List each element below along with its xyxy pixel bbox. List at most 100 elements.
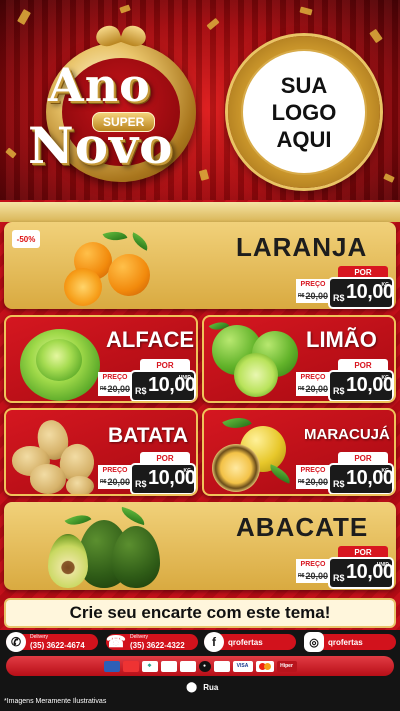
contact-value: qrofertas: [228, 638, 263, 647]
instagram-icon: ◎: [304, 632, 324, 652]
confetti: [5, 147, 17, 159]
lettuce-image: [14, 325, 106, 401]
unit: KG: [381, 375, 390, 381]
confetti: [299, 6, 313, 16]
product-card-maracuja[interactable]: MARACUJÁ POR PREÇO R$ 20,00 R$ 10,00 KG: [202, 408, 396, 496]
product-card-batata[interactable]: BATATA POR PREÇO R$ 20,00 R$ 10,00 KG: [4, 408, 198, 496]
mastercard-icon: [255, 660, 274, 672]
unit: KG: [381, 468, 390, 474]
preco-label: PREÇO: [296, 372, 330, 382]
preco-label: PREÇO: [296, 279, 330, 289]
orange-image: [60, 226, 160, 306]
phone-icon: ☎: [106, 634, 126, 651]
product-name: ABACATE: [236, 512, 369, 542]
card-icon: [122, 660, 139, 672]
old-price: R$ 20,00: [296, 569, 330, 583]
logo-placeholder-text: SUA LOGO AQUI: [271, 72, 337, 152]
product-card-abacate[interactable]: ABACATE POR PREÇO R$ 20,00 R$ 10,00 UNID: [4, 502, 396, 590]
preco-label: PREÇO: [98, 372, 132, 382]
cta-banner-text: Crie seu encarte com este tema!: [69, 603, 331, 622]
unit: UNID: [376, 562, 389, 568]
product-name: BATATA: [108, 424, 189, 447]
avocado-image: [42, 506, 172, 588]
card-icon: [213, 660, 230, 672]
preco-label: PREÇO: [296, 559, 330, 569]
product-card-alface[interactable]: ALFACE POR PREÇO R$ 20,00 R$ 10,00 UNID: [4, 315, 198, 403]
old-price: R$ 20,00: [296, 475, 330, 489]
location-pin-icon: ⬤: [186, 681, 198, 693]
gold-divider: [0, 202, 400, 222]
price-tag: POR PREÇO R$ 20,00 R$ 10,00 KG: [296, 359, 394, 401]
confetti: [206, 17, 220, 31]
emblem-title-ano: Ano: [48, 58, 151, 112]
new-price-box: R$ 10,00 KG: [132, 465, 196, 493]
unit: KG: [183, 468, 192, 474]
por-label: POR: [338, 452, 388, 465]
disclaimer: *Imagens Meramente Ilustrativas: [4, 698, 107, 705]
cta-banner[interactable]: Crie seu encarte com este tema!: [4, 598, 396, 628]
facebook-icon: f: [204, 632, 224, 652]
currency: R$: [333, 479, 345, 489]
por-label: POR: [338, 266, 388, 279]
old-price: R$ 20,00: [296, 382, 330, 396]
price-tag: POR PREÇO R$ 20,00 R$ 10,00 KG: [296, 266, 394, 309]
price-tag: POR PREÇO R$ 20,00 R$ 10,00 KG: [98, 452, 196, 494]
contact-value: qrofertas: [328, 638, 363, 647]
old-price: R$ 20,00: [296, 289, 330, 303]
currency: R$: [333, 386, 345, 396]
preco-label: PREÇO: [98, 465, 132, 475]
por-label: POR: [140, 359, 190, 372]
confetti: [369, 28, 383, 44]
visa-icon: VISA: [232, 660, 253, 672]
confetti: [198, 169, 210, 181]
confetti: [383, 173, 395, 183]
product-name: LARANJA: [236, 232, 368, 262]
price-tag: POR PREÇO R$ 20,00 R$ 10,00 UNID: [98, 359, 196, 401]
new-price-box: R$ 10,00 KG: [330, 279, 394, 307]
discount-badge: -50%: [12, 230, 40, 248]
card-icon: [103, 660, 120, 672]
new-price-box: R$ 10,00 KG: [330, 372, 394, 400]
contact-value: (35) 3622-4674: [30, 641, 85, 650]
payment-methods-bar: ❖ ● VISA Hiper: [6, 656, 394, 676]
gift-bow-icon: [93, 22, 149, 52]
unit: KG: [381, 282, 390, 288]
logo-placeholder[interactable]: SUA LOGO AQUI: [228, 36, 380, 188]
confetti: [119, 4, 131, 14]
potato-image: [10, 416, 106, 494]
preco-label: PREÇO: [296, 465, 330, 475]
ano-novo-emblem: Ano Novo SUPER: [18, 22, 198, 187]
contact-label: Delivery: [130, 634, 149, 640]
product-name: LIMÃO: [306, 327, 377, 352]
product-card-limao[interactable]: LIMÃO POR PREÇO R$ 20,00 R$ 10,00 KG: [202, 315, 396, 403]
por-label: POR: [338, 359, 388, 372]
por-label: POR: [338, 546, 388, 559]
pix-icon: ❖: [141, 660, 158, 672]
currency: R$: [135, 386, 147, 396]
currency: R$: [333, 293, 345, 303]
hero-banner: Ano Novo SUPER SUA LOGO AQUI: [0, 0, 400, 200]
elo-icon: ●: [198, 660, 211, 672]
currency: R$: [333, 573, 345, 583]
ticket-icon: [160, 660, 177, 672]
new-price-box: R$ 10,00 KG: [330, 465, 394, 493]
whatsapp-icon: ✆: [6, 632, 26, 652]
address: ⬤ Rua: [186, 681, 218, 693]
unit: UNID: [178, 375, 191, 381]
contact-label: Delivery: [30, 634, 49, 640]
contact-value: (35) 3622-4322: [130, 641, 185, 650]
lime-image: [208, 317, 304, 401]
currency: R$: [135, 479, 147, 489]
hipercard-icon: Hiper: [276, 660, 297, 672]
price-tag: POR PREÇO R$ 20,00 R$ 10,00 KG: [296, 452, 394, 494]
old-price: R$ 20,00: [98, 475, 132, 489]
new-price-box: R$ 10,00 UNID: [132, 372, 196, 400]
logo-placeholder-inner: SUA LOGO AQUI: [241, 49, 367, 175]
product-name: ALFACE: [106, 327, 194, 352]
card-icon: [179, 660, 196, 672]
emblem-super-badge: SUPER: [92, 112, 156, 132]
product-name: MARACUJÁ: [304, 426, 390, 443]
passion-fruit-image: [210, 411, 302, 494]
new-price-box: R$ 10,00 UNID: [330, 559, 394, 587]
product-card-laranja[interactable]: -50% LARANJA POR PREÇO R$ 20,00 R$ 10,00 …: [4, 222, 396, 309]
